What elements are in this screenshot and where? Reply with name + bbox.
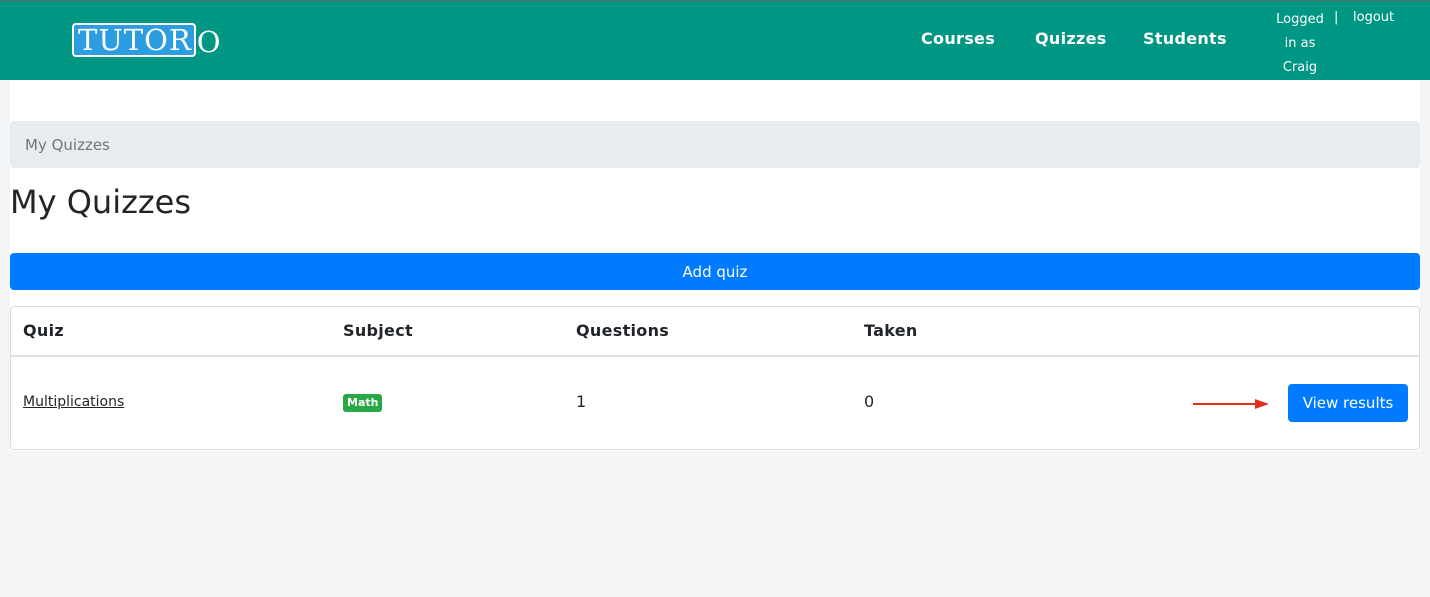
annotation-arrow-icon — [1193, 399, 1269, 409]
breadcrumb-current: My Quizzes — [25, 135, 110, 154]
logged-in-line-2: in as — [1284, 36, 1316, 51]
logo-tail-text: O — [196, 25, 221, 59]
quizzes-table: Quiz Subject Questions Taken Multiplicat… — [10, 306, 1420, 450]
logged-in-username: Craig — [1282, 60, 1318, 75]
column-header-quiz: Quiz — [23, 321, 64, 340]
tutoro-logo[interactable]: TUTOR O — [72, 23, 221, 59]
add-quiz-button[interactable]: Add quiz — [10, 253, 1420, 290]
nav-courses-link[interactable]: Courses — [921, 29, 995, 48]
breadcrumb: My Quizzes — [10, 121, 1420, 168]
quiz-name-link[interactable]: Multiplications — [23, 394, 124, 410]
view-results-button[interactable]: View results — [1288, 384, 1408, 422]
table-header: Quiz Subject Questions Taken — [11, 307, 1419, 357]
top-navbar: TUTOR O Courses Quizzes Students Logged … — [0, 0, 1430, 80]
nav-separator: | — [1334, 10, 1339, 25]
nav-students-link[interactable]: Students — [1143, 29, 1227, 48]
page-title: My Quizzes — [10, 183, 192, 221]
logo-boxed-text: TUTOR — [72, 23, 196, 57]
logged-in-status: Logged in as Craig — [1272, 8, 1328, 80]
questions-count: 1 — [576, 392, 587, 411]
logout-link[interactable]: logout — [1353, 8, 1394, 28]
column-header-taken: Taken — [864, 321, 918, 340]
logged-in-line-1: Logged — [1276, 12, 1324, 27]
column-header-subject: Subject — [343, 321, 413, 340]
column-header-questions: Questions — [576, 321, 670, 340]
taken-count: 0 — [864, 392, 875, 411]
nav-quizzes-link[interactable]: Quizzes — [1035, 29, 1107, 48]
main-content: My Quizzes My Quizzes Add quiz Quiz Subj… — [10, 80, 1420, 451]
subject-badge: Math — [343, 394, 383, 412]
table-row: Multiplications Math 1 0 View results — [11, 357, 1419, 449]
